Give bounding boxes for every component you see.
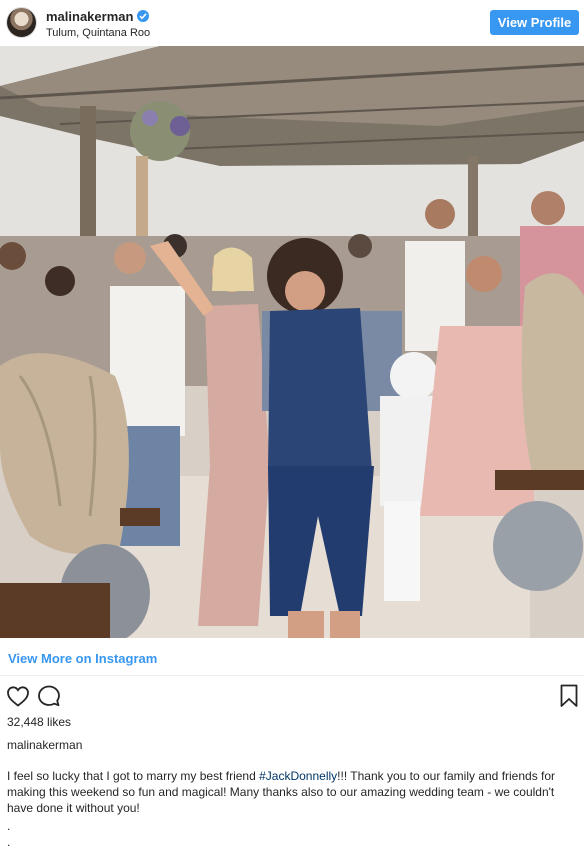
post-caption: I feel so lucky that I got to marry my b… <box>7 768 579 816</box>
action-bar <box>0 682 584 712</box>
view-more-on-instagram-link[interactable]: View More on Instagram <box>8 651 157 666</box>
avatar[interactable] <box>7 8 36 37</box>
username-link[interactable]: malinakerman <box>46 9 133 24</box>
caption-username[interactable]: malinakerman <box>7 738 82 752</box>
hashtag-link[interactable]: #JackDonnelly <box>259 769 337 783</box>
caption-text-before: I feel so lucky that I got to marry my b… <box>7 769 260 783</box>
comment-bubble-icon[interactable] <box>37 684 61 713</box>
caption-dots: . . <box>7 819 11 849</box>
divider <box>0 675 584 676</box>
bookmark-icon[interactable] <box>560 684 578 713</box>
location-link[interactable]: Tulum, Quintana Roo <box>46 27 150 39</box>
user-block: malinakerman Tulum, Quintana Roo <box>46 8 150 40</box>
likes-count[interactable]: 32,448 likes <box>7 715 71 729</box>
verified-badge-icon <box>137 10 150 22</box>
post-photo[interactable] <box>0 46 584 638</box>
username-row: malinakerman <box>46 8 150 24</box>
post-header: malinakerman Tulum, Quintana Roo View Pr… <box>0 0 584 46</box>
view-profile-button[interactable]: View Profile <box>490 10 579 35</box>
heart-icon[interactable] <box>6 685 30 712</box>
